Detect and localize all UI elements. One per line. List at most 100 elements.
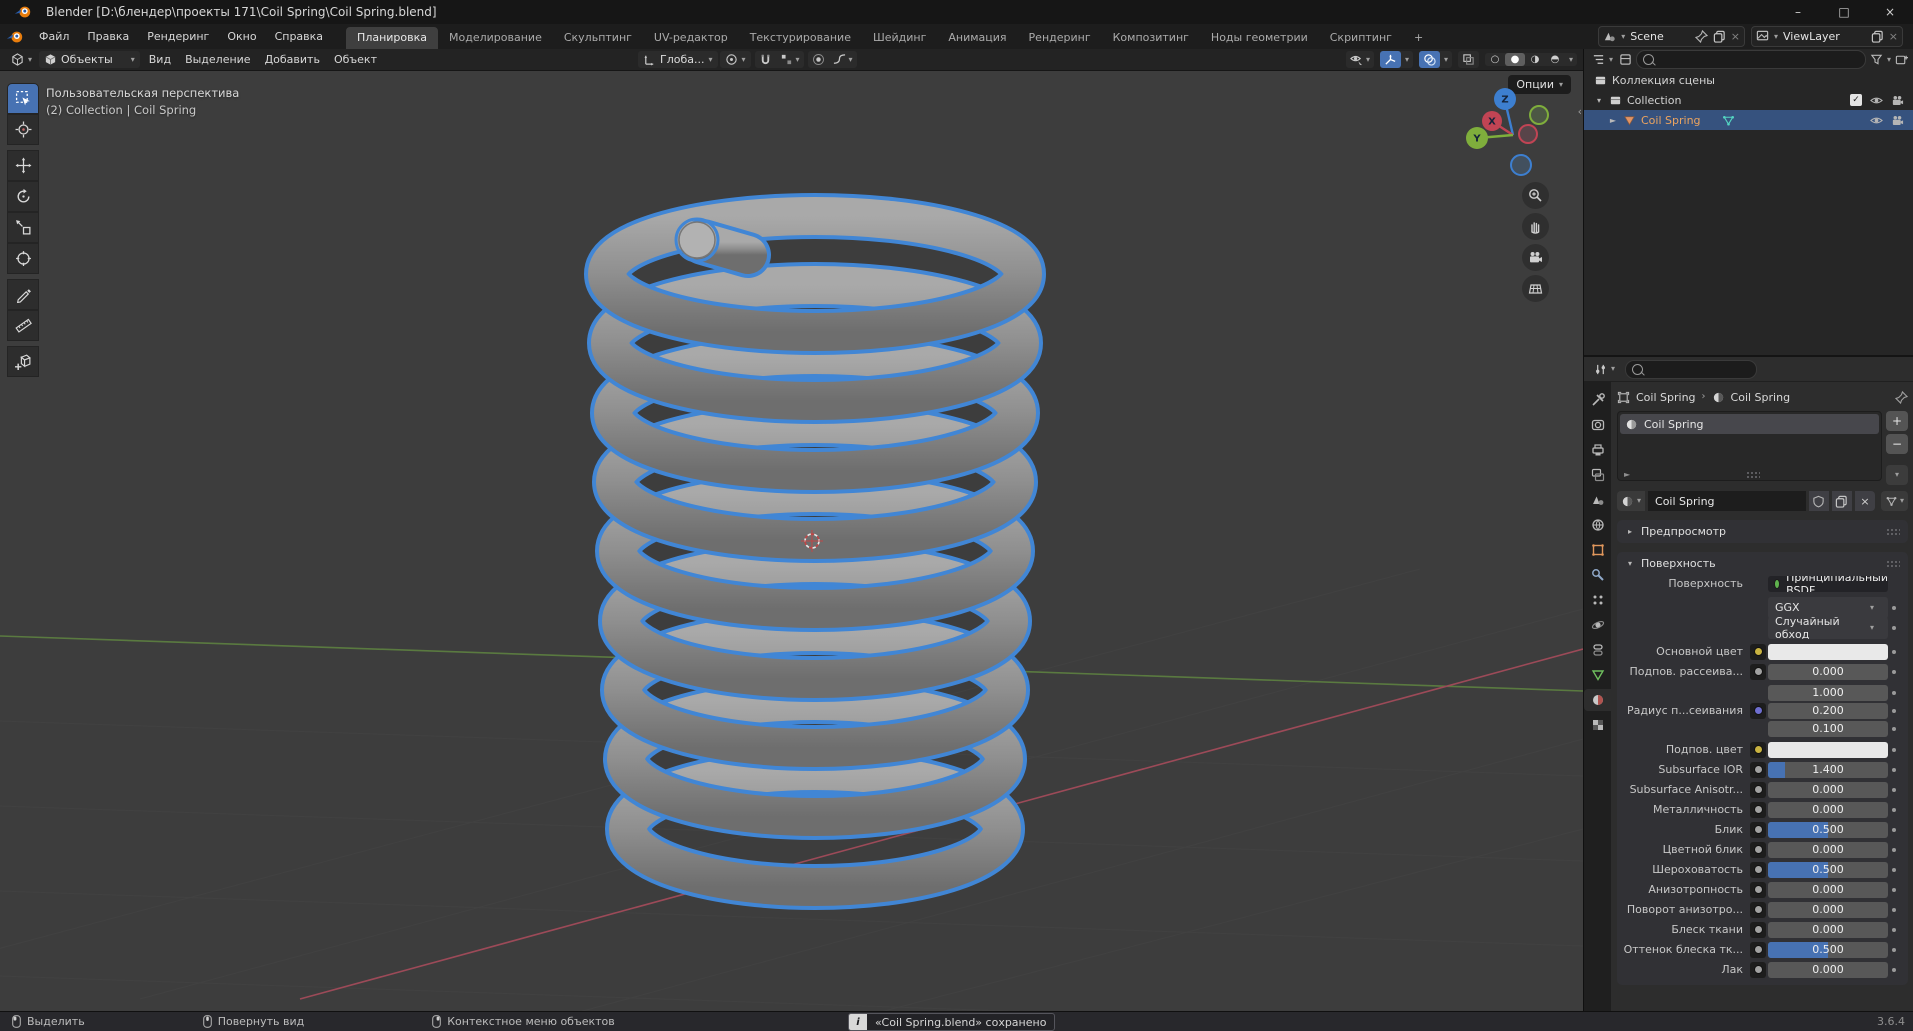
decorator-dot[interactable] (1888, 967, 1900, 972)
workspace-tab[interactable]: UV-редактор (643, 27, 739, 49)
gizmo-dropdown[interactable]: ▾ (1401, 54, 1413, 66)
property-slider[interactable]: 0.000 (1768, 781, 1888, 798)
property-slider[interactable]: 0.000 (1768, 901, 1888, 918)
property-slider[interactable]: 0.000 (1768, 921, 1888, 938)
pin-icon[interactable] (1694, 30, 1708, 43)
viewport-menu-item[interactable]: Объект (327, 51, 384, 68)
property-slider[interactable]: 0.000 (1768, 881, 1888, 898)
workspace-tab[interactable]: + (1403, 27, 1434, 49)
distribution-dropdown[interactable]: GGX ▾ (1768, 596, 1888, 619)
shading-rendered-button[interactable]: ◓ (1545, 53, 1565, 66)
tab-physics[interactable] (1584, 614, 1611, 636)
material-slot-list[interactable]: Coil Spring ► (1617, 411, 1882, 481)
property-slider[interactable]: 0.500 (1768, 861, 1888, 878)
socket-button[interactable] (1750, 741, 1766, 758)
property-slider[interactable]: 0.000 (1768, 801, 1888, 818)
socket-button[interactable] (1750, 663, 1766, 680)
transform-tool[interactable] (7, 243, 39, 274)
workspace-tab[interactable]: Планировка (346, 27, 439, 49)
workspace-tab[interactable]: Композитинг (1102, 27, 1200, 49)
subsurface-method-dropdown[interactable]: Случайный обход ▾ (1768, 616, 1888, 639)
collection-checkbox[interactable]: ✓ (1850, 94, 1862, 106)
panel-grip[interactable] (1886, 528, 1900, 535)
list-resize-grip[interactable] (1745, 471, 1760, 478)
panel-grip[interactable] (1886, 560, 1900, 567)
measure-tool[interactable] (7, 310, 39, 341)
subsurface-slider[interactable]: 0.000 (1768, 663, 1888, 680)
workspace-tab[interactable]: Рендеринг (1018, 27, 1102, 49)
socket-button[interactable] (1750, 941, 1766, 958)
tab-render[interactable] (1584, 414, 1611, 436)
blender-menu-icon[interactable] (6, 30, 24, 44)
view-layer-selector[interactable]: ▾ ViewLayer × (1750, 26, 1903, 47)
outliner-row-coil-spring[interactable]: ► Coil Spring (1584, 110, 1913, 130)
socket-button[interactable] (1750, 702, 1766, 719)
show-gizmo-toggle[interactable] (1379, 51, 1401, 68)
breadcrumb-object[interactable]: Coil Spring (1636, 391, 1696, 404)
socket-button[interactable] (1750, 781, 1766, 798)
camera-visibility-icon[interactable] (1891, 94, 1904, 107)
eye-icon[interactable] (1870, 94, 1883, 107)
socket-button[interactable] (1750, 901, 1766, 918)
menu-item[interactable]: Правка (78, 27, 138, 46)
zoom-button[interactable] (1522, 182, 1549, 209)
decorator-dot[interactable] (1888, 907, 1900, 912)
decorator-dot[interactable] (1888, 787, 1900, 792)
editor-type-button[interactable]: ▾ (6, 51, 37, 68)
radius-value-field[interactable]: 0.200 (1768, 702, 1888, 719)
slot-specials-button[interactable]: ▾ (1886, 465, 1908, 485)
navigation-gizmo[interactable]: Z X Y (1465, 85, 1557, 177)
axis-z-neg-ball[interactable] (1510, 154, 1532, 176)
camera-visibility-icon[interactable] (1891, 114, 1904, 127)
socket-button[interactable] (1750, 861, 1766, 878)
move-tool[interactable] (7, 150, 39, 181)
socket-button[interactable] (1750, 801, 1766, 818)
decorator-dot[interactable] (1888, 649, 1900, 654)
close-button[interactable]: × (1867, 0, 1913, 24)
socket-button[interactable] (1750, 961, 1766, 978)
browse-material-button[interactable]: ▾ (1617, 491, 1646, 511)
workspace-tab[interactable]: Анимация (937, 27, 1017, 49)
snap-target-dropdown[interactable]: ▾ (776, 51, 804, 68)
snap-toggle[interactable] (755, 51, 776, 68)
viewport-menu-item[interactable]: Вид (142, 51, 178, 68)
annotate-tool[interactable] (7, 279, 39, 310)
breadcrumb-material[interactable]: Coil Spring (1731, 391, 1791, 404)
tab-texture[interactable] (1584, 714, 1611, 736)
menu-item[interactable]: Окно (218, 27, 265, 46)
display-mode-icon[interactable] (1619, 53, 1632, 66)
outliner-search[interactable] (1636, 50, 1866, 69)
decorator-dot[interactable] (1888, 847, 1900, 852)
tab-object-data[interactable] (1584, 664, 1611, 686)
new-collection-icon[interactable] (1895, 53, 1908, 66)
region-collapse-arrow[interactable]: ‹ (1578, 105, 1582, 118)
workspace-tab[interactable]: Ноды геометрии (1200, 27, 1319, 49)
coil-spring-object[interactable] (584, 193, 1046, 910)
decorator-dot[interactable] (1888, 747, 1900, 752)
socket-button[interactable] (1750, 881, 1766, 898)
rotate-tool[interactable] (7, 181, 39, 212)
unlink-material-button[interactable]: × (1854, 491, 1875, 511)
tab-world[interactable] (1584, 514, 1611, 536)
decorator-dot[interactable] (1888, 887, 1900, 892)
decorator-dot[interactable] (1888, 605, 1900, 610)
outliner-editor-type-button[interactable]: ▾ (1590, 52, 1615, 67)
tab-constraints[interactable] (1584, 639, 1611, 661)
properties-search-input[interactable] (1647, 362, 1751, 376)
shading-solid-button[interactable]: ● (1504, 53, 1525, 66)
radius-value-field[interactable]: 0.100 (1768, 720, 1888, 737)
camera-view-button[interactable] (1522, 244, 1549, 271)
fake-user-button[interactable] (1808, 491, 1829, 511)
proportional-falloff-dropdown[interactable]: ▾ (829, 51, 857, 68)
use-nodes-button[interactable]: ▾ (1880, 491, 1908, 511)
pivot-point-dropdown[interactable]: ▾ (719, 51, 751, 68)
menu-item[interactable]: Рендеринг (138, 27, 218, 46)
tab-tool[interactable] (1584, 389, 1611, 411)
axis-y-neg-ball[interactable] (1529, 105, 1549, 125)
tab-material[interactable] (1584, 689, 1611, 711)
transform-orientation-dropdown[interactable]: Глоба... ▾ (638, 51, 718, 68)
tab-object[interactable] (1584, 539, 1611, 561)
socket-button[interactable] (1750, 821, 1766, 838)
minimize-button[interactable]: – (1775, 0, 1821, 24)
shading-dropdown[interactable]: ▾ (1565, 54, 1577, 66)
